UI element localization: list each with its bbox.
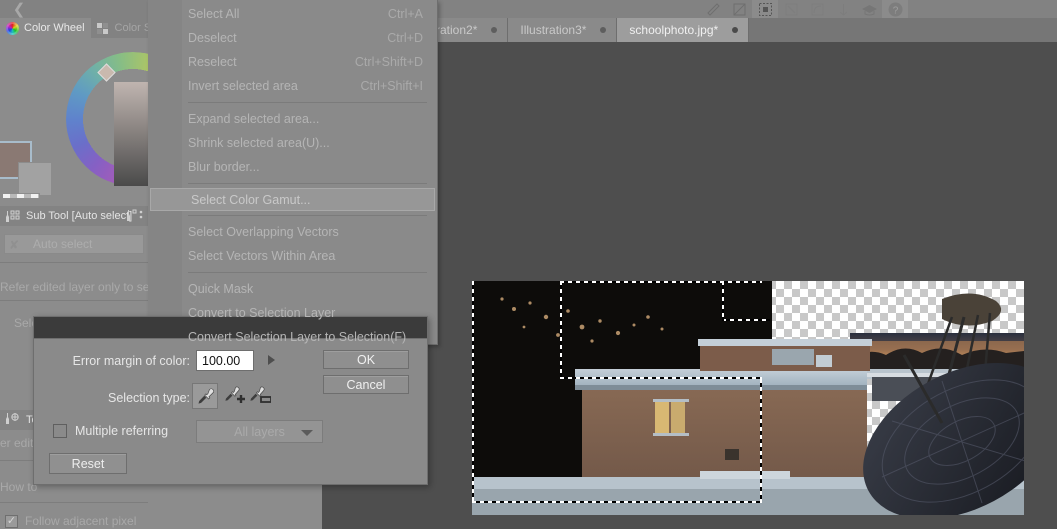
multiple-referring-row[interactable]: Multiple referring	[53, 424, 168, 438]
menu-item-label: Invert selected area	[188, 79, 298, 93]
snap-line-icon[interactable]	[778, 0, 804, 18]
menu-item-label: Select Overlapping Vectors	[188, 225, 339, 239]
sub-tool-header-label: Sub Tool [Auto select]	[26, 210, 133, 222]
layers-dropdown-value: All layers	[234, 424, 285, 439]
auto-select-label: Auto select	[33, 237, 93, 251]
photo-image	[472, 281, 1024, 515]
color-wheel-panel[interactable]	[0, 38, 148, 198]
sub-tool-icon	[4, 210, 21, 223]
menu-item-shrink-selected-area[interactable]: Shrink selected area(U)...	[148, 131, 437, 155]
transparent-color-swatch[interactable]	[2, 193, 40, 198]
error-margin-input[interactable]: 100.00	[196, 350, 254, 371]
panel-divider	[0, 300, 148, 301]
document-tab-schoolphoto[interactable]: schoolphoto.jpg*	[617, 18, 750, 42]
snap-curve-icon[interactable]	[804, 0, 830, 18]
menu-item-accel: Ctrl+Shift+I	[360, 79, 423, 93]
palette-tab-label: Color Wheel	[24, 22, 85, 34]
menu-item-convert-to-selection-layer[interactable]: Convert to Selection Layer	[148, 301, 437, 325]
menu-item-expand-selected-area[interactable]: Expand selected area...	[148, 107, 437, 131]
menu-item-select-vectors-within-area[interactable]: Select Vectors Within Area	[148, 244, 437, 268]
menu-item-label: Shrink selected area(U)...	[188, 136, 330, 150]
palette-tab-color-wheel[interactable]: Color Wheel	[0, 18, 91, 38]
document-canvas[interactable]	[472, 281, 1024, 515]
menu-item-quick-mask[interactable]: Quick Mask	[148, 277, 437, 301]
menu-item-accel: Ctrl+D	[387, 31, 423, 45]
menu-item-select-all[interactable]: Select All Ctrl+A	[148, 2, 437, 26]
follow-adjacent-pixel-row[interactable]: ✓ Follow adjacent pixel	[5, 514, 136, 528]
menu-item-select-color-gamut[interactable]: Select Color Gamut...	[150, 188, 435, 211]
menu-item-convert-selection-layer-to-selection[interactable]: Convert Selection Layer to Selection(F)	[148, 325, 437, 349]
svg-text:?: ?	[892, 5, 898, 16]
panel-divider	[0, 502, 148, 503]
menu-item-deselect[interactable]: Deselect Ctrl+D	[148, 26, 437, 50]
how-to-label: How to	[0, 480, 38, 494]
tool-property-row-refer-edited[interactable]: Refer edited layer only to select	[0, 280, 168, 294]
panel-divider	[0, 262, 148, 263]
no-ruler-icon[interactable]	[726, 0, 752, 18]
menu-item-label: Blur border...	[188, 160, 260, 174]
menu-item-label: Select All	[188, 7, 240, 21]
follow-adjacent-pixel-checkbox[interactable]: ✓	[5, 514, 18, 528]
tab-label: Illustration3*	[520, 23, 587, 37]
menu-item-label: Expand selected area...	[188, 112, 320, 126]
tab-modified-dot-icon[interactable]	[732, 27, 739, 33]
eyedropper-add-icon[interactable]	[221, 383, 247, 409]
snap-perspective-icon[interactable]	[830, 0, 856, 18]
help-icon[interactable]: ?	[882, 0, 908, 18]
cancel-button[interactable]: Cancel	[323, 375, 409, 394]
back-arrow-icon[interactable]: ❮	[8, 0, 30, 18]
menu-divider	[188, 272, 427, 273]
eyedropper-icon[interactable]	[192, 383, 218, 409]
refer-edited-layer-label: Refer edited layer only to select	[0, 280, 169, 294]
document-tab-illustration3[interactable]: Illustration3*	[508, 18, 618, 42]
menu-item-label: Reselect	[188, 55, 237, 69]
menu-item-reselect[interactable]: Reselect Ctrl+Shift+D	[148, 50, 437, 74]
toolbar-icon-group: ?	[700, 0, 908, 18]
tab-modified-dot-icon[interactable]	[600, 27, 607, 33]
color-wheel-icon	[6, 21, 19, 35]
menu-item-blur-border[interactable]: Blur border...	[148, 155, 437, 179]
sub-tool-options-icon[interactable]	[125, 209, 145, 223]
triangle-right-icon[interactable]	[268, 355, 275, 365]
menu-item-label: Convert to Selection Layer	[188, 306, 336, 320]
error-margin-label: Error margin of color:	[72, 354, 190, 368]
tool-property-icon	[4, 412, 21, 428]
menu-item-select-overlapping-vectors[interactable]: Select Overlapping Vectors	[148, 220, 437, 244]
menu-divider	[188, 215, 427, 216]
app-window: ❮ ? ustration2* Illustration3* schoolpho…	[0, 0, 1057, 529]
menu-item-label: Quick Mask	[188, 282, 254, 296]
menu-divider	[188, 102, 427, 103]
menu-divider	[188, 183, 427, 184]
menu-item-label: Convert Selection Layer to Selection(F)	[188, 330, 407, 344]
follow-adjacent-pixel-label: Follow adjacent pixel	[25, 514, 137, 528]
sub-color-swatch[interactable]	[18, 162, 52, 196]
ruler-icon[interactable]	[700, 0, 726, 18]
reset-button[interactable]: Reset	[49, 453, 127, 474]
document-tabs: ustration2* Illustration3* schoolphoto.j…	[408, 18, 750, 42]
graduation-cap-icon[interactable]	[856, 0, 882, 18]
layers-dropdown[interactable]: All layers	[196, 420, 323, 443]
auto-select-icon: ✘	[9, 238, 20, 252]
ok-button[interactable]: OK	[323, 350, 409, 369]
tab-modified-dot-icon[interactable]	[491, 27, 498, 33]
auto-select-tool-item[interactable]: Auto select ✘	[4, 234, 144, 254]
color-value-square[interactable]	[114, 82, 148, 186]
menu-item-accel: Ctrl+Shift+D	[354, 55, 423, 69]
menu-item-invert-selected-area[interactable]: Invert selected area Ctrl+Shift+I	[148, 74, 437, 98]
selection-type-label: Selection type:	[108, 391, 190, 405]
menu-item-accel: Ctrl+A	[387, 7, 423, 21]
palette-tab-strip: Color Wheel Color Se	[0, 18, 164, 38]
eyedropper-subtract-icon[interactable]	[246, 383, 272, 409]
menu-item-label: Deselect	[188, 31, 237, 45]
select-menu[interactable]: Select All Ctrl+A Deselect Ctrl+D Resele…	[148, 0, 438, 345]
menu-item-label: Select Color Gamut...	[191, 192, 311, 207]
color-set-icon	[96, 22, 110, 34]
multiple-referring-checkbox[interactable]	[53, 424, 67, 438]
selection-area-icon[interactable]	[752, 0, 778, 18]
sub-tool-panel-header: Sub Tool [Auto select]	[0, 206, 148, 226]
tab-label: schoolphoto.jpg*	[629, 23, 719, 37]
menu-item-label: Select Vectors Within Area	[188, 249, 336, 263]
chevron-down-icon	[301, 430, 313, 436]
multiple-referring-label: Multiple referring	[75, 424, 169, 438]
